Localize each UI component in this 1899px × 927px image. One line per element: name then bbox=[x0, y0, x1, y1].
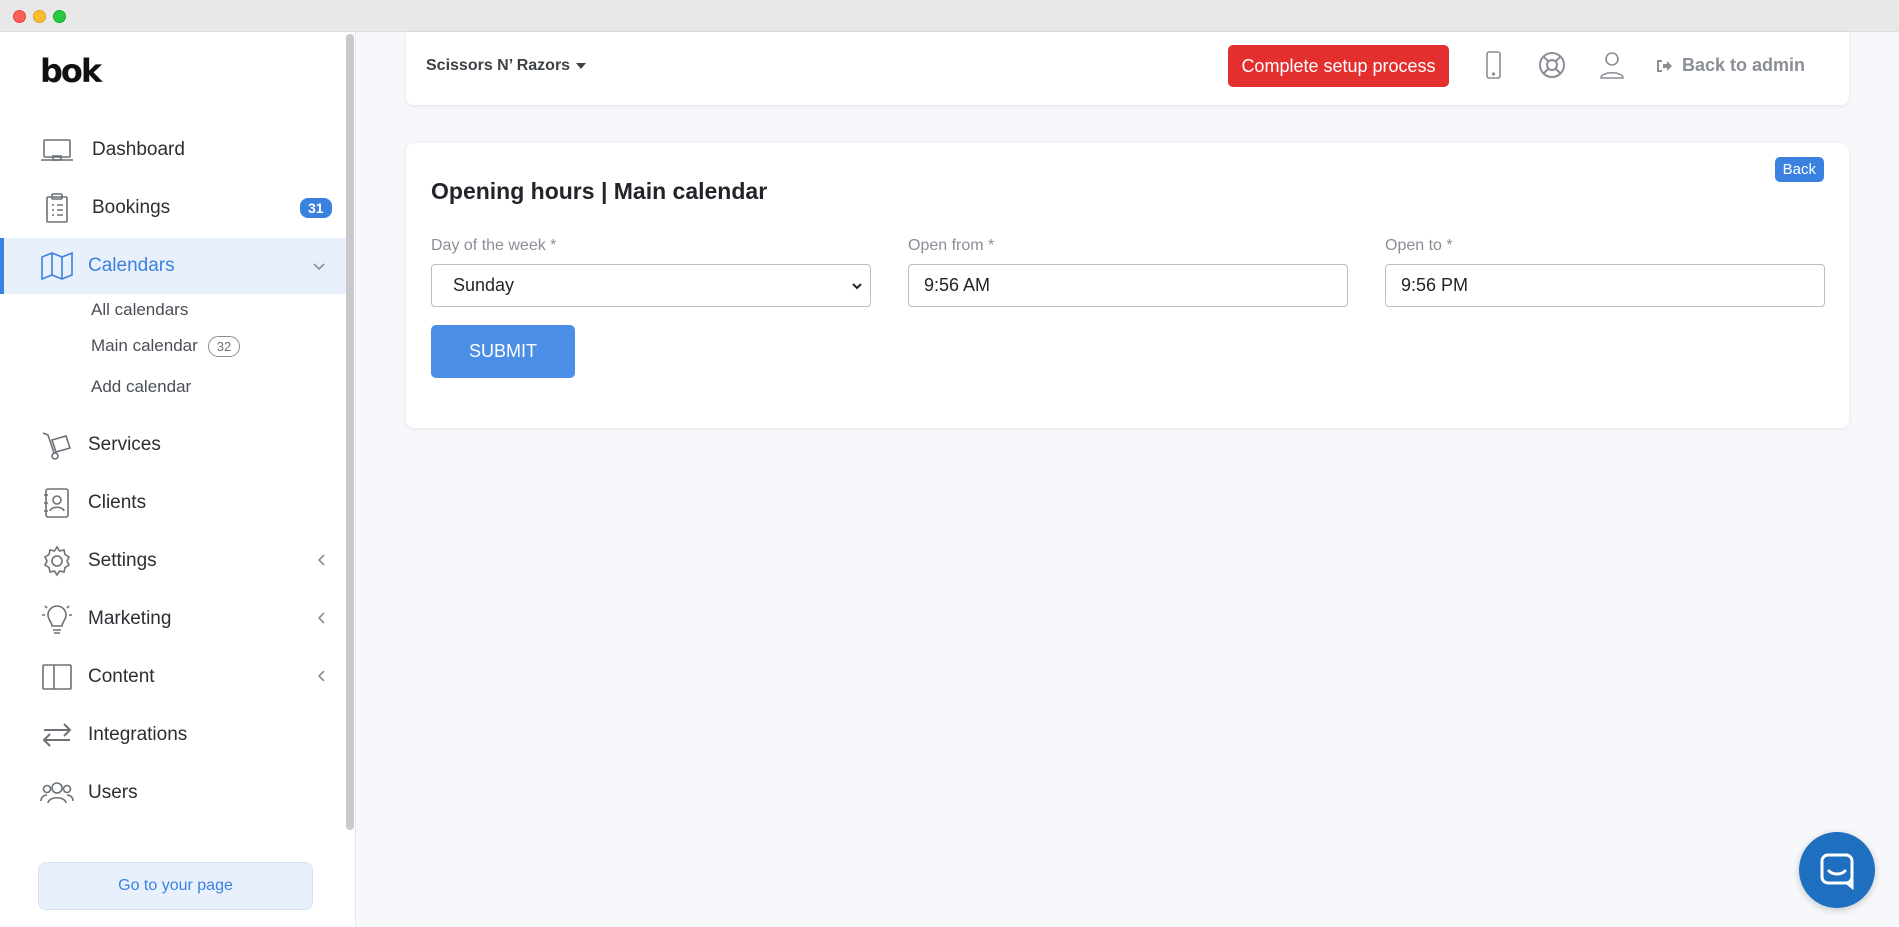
trolley-icon bbox=[40, 428, 74, 462]
arrows-exchange-icon bbox=[40, 718, 74, 752]
sidebar-item-label: Content bbox=[88, 666, 155, 687]
top-bar: Scissors N’ Razors Complete setup proces… bbox=[406, 32, 1849, 105]
user-profile-icon[interactable] bbox=[1595, 48, 1629, 82]
bookings-count-badge: 31 bbox=[300, 198, 332, 218]
window-titlebar bbox=[0, 0, 1899, 32]
sidebar-item-label: Clients bbox=[88, 492, 147, 513]
columns-icon bbox=[40, 660, 74, 694]
lifebuoy-help-icon[interactable] bbox=[1535, 48, 1569, 82]
chevron-down-icon bbox=[850, 277, 864, 300]
back-to-admin-label: Back to admin bbox=[1682, 55, 1806, 75]
sidebar-sub-label: Main calendar bbox=[91, 336, 198, 355]
caret-down-icon bbox=[576, 62, 587, 69]
sidebar-sub-main-calendar[interactable]: Main calendar 32 bbox=[91, 336, 241, 358]
day-of-week-value: Sunday bbox=[453, 275, 515, 295]
sidebar-item-label: Bookings bbox=[92, 197, 171, 218]
gear-icon bbox=[40, 544, 74, 578]
day-of-week-select[interactable]: Sunday bbox=[431, 264, 871, 307]
complete-setup-button[interactable]: Complete setup process bbox=[1228, 45, 1449, 87]
open-to-label: Open to * bbox=[1385, 237, 1453, 254]
lightbulb-icon bbox=[40, 602, 74, 636]
laptop-icon bbox=[40, 133, 74, 167]
submit-button[interactable]: SUBMIT bbox=[431, 325, 575, 378]
sidebar-item-label: Settings bbox=[88, 550, 157, 571]
minimize-window-button[interactable] bbox=[33, 10, 46, 23]
sidebar-sub-all-calendars[interactable]: All calendars bbox=[91, 300, 188, 320]
open-to-value: 9:56 PM bbox=[1401, 275, 1469, 295]
chevron-left-icon bbox=[316, 611, 326, 628]
sidebar-scroll-fade bbox=[0, 832, 345, 862]
sidebar-item-dashboard[interactable]: Dashboard bbox=[0, 122, 350, 178]
sidebar-item-label: Marketing bbox=[88, 608, 172, 629]
sidebar-item-content[interactable]: Content bbox=[0, 649, 350, 705]
sidebar-item-marketing[interactable]: Marketing bbox=[0, 591, 350, 647]
shop-selector[interactable]: Scissors N’ Razors bbox=[426, 57, 587, 75]
sidebar-item-label: Integrations bbox=[88, 724, 188, 745]
open-from-value: 9:56 AM bbox=[924, 275, 991, 295]
day-of-week-label: Day of the week * bbox=[431, 237, 557, 254]
sidebar-sub-add-calendar[interactable]: Add calendar bbox=[91, 377, 191, 397]
users-icon bbox=[40, 776, 74, 810]
open-to-input[interactable]: 9:56 PM bbox=[1385, 264, 1825, 307]
close-window-button[interactable] bbox=[13, 10, 26, 23]
sidebar-item-settings[interactable]: Settings bbox=[0, 533, 350, 589]
sidebar-item-label: Dashboard bbox=[92, 139, 185, 160]
shop-name: Scissors N’ Razors bbox=[426, 57, 571, 74]
chevron-left-icon bbox=[316, 669, 326, 686]
go-to-page-button[interactable]: Go to your page bbox=[38, 862, 313, 910]
page-title: Opening hours | Main calendar bbox=[431, 178, 768, 204]
open-from-input[interactable]: 9:56 AM bbox=[908, 264, 1348, 307]
chat-launcher-button[interactable] bbox=[1799, 832, 1875, 908]
main-calendar-count-pill: 32 bbox=[207, 336, 241, 358]
map-icon bbox=[40, 249, 74, 283]
opening-hours-card: Opening hours | Main calendar Back Day o… bbox=[406, 143, 1849, 428]
sidebar-item-users[interactable]: Users bbox=[0, 765, 350, 821]
sidebar-item-calendars[interactable]: Calendars bbox=[0, 238, 350, 294]
sign-out-icon bbox=[1657, 59, 1672, 72]
sidebar-item-services[interactable]: Services bbox=[0, 417, 350, 473]
chat-bubble-icon bbox=[1820, 853, 1854, 890]
sidebar-item-clients[interactable]: Clients bbox=[0, 475, 350, 531]
sidebar-item-bookings[interactable]: Bookings 31 bbox=[0, 180, 350, 236]
sidebar: bok Dashboard Bookings 31 Calendars All … bbox=[0, 32, 356, 927]
sidebar-item-integrations[interactable]: Integrations bbox=[0, 707, 350, 763]
sidebar-item-label: Services bbox=[88, 434, 161, 455]
open-from-label: Open from * bbox=[908, 237, 995, 254]
back-to-admin-link[interactable]: Back to admin bbox=[1656, 55, 1805, 76]
chevron-down-icon bbox=[312, 258, 326, 274]
sidebar-item-label: Users bbox=[88, 782, 138, 803]
logo[interactable]: bok bbox=[40, 52, 102, 90]
sidebar-item-label: Calendars bbox=[88, 255, 175, 276]
mobile-phone-icon[interactable] bbox=[1476, 48, 1510, 82]
sidebar-scrollbar[interactable] bbox=[346, 34, 354, 830]
clipboard-icon bbox=[40, 191, 74, 225]
zoom-window-button[interactable] bbox=[53, 10, 66, 23]
contact-book-icon bbox=[40, 486, 74, 520]
back-button[interactable]: Back bbox=[1774, 157, 1824, 182]
chevron-left-icon bbox=[316, 553, 326, 570]
